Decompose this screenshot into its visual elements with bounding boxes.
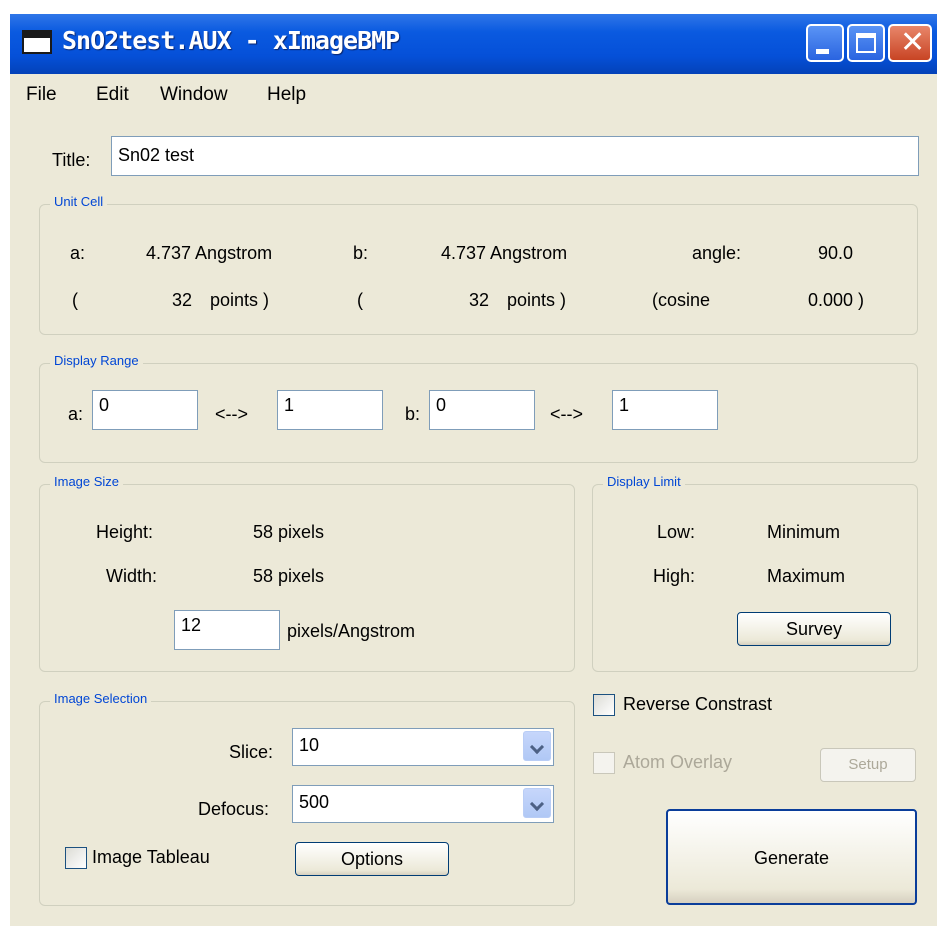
pixels-per-angstrom-input[interactable]: 12	[174, 610, 280, 650]
title-label: Title:	[52, 150, 91, 170]
close-icon: ✕	[900, 25, 926, 60]
slice-label: Slice:	[229, 742, 274, 762]
options-button[interactable]: Options	[295, 842, 449, 876]
range-b-arrow: <-->	[550, 404, 584, 424]
range-a-from-input[interactable]: 0	[92, 390, 198, 430]
defocus-select-value: 500	[299, 792, 330, 812]
minimize-icon	[816, 49, 829, 54]
unit-cell-angle-label: angle:	[692, 243, 742, 263]
height-value: 58 pixels	[253, 522, 325, 542]
unit-cell-angle-value: 90.0	[818, 243, 854, 263]
display-limit-legend: Display Limit	[603, 474, 685, 489]
window-title: SnO2test.AUX - xImageBMP	[62, 26, 400, 55]
range-a-label: a:	[68, 404, 84, 424]
title-bar[interactable]: SnO2test.AUX - xImageBMP ✕	[10, 14, 937, 74]
a-points-close: points )	[210, 290, 270, 310]
high-value: Maximum	[767, 566, 846, 586]
maximize-button[interactable]	[847, 24, 885, 62]
application-window: SnO2test.AUX - xImageBMP ✕ File Edit Win…	[10, 14, 937, 926]
a-points-open: (	[72, 290, 78, 310]
range-a-arrow: <-->	[215, 404, 249, 424]
menu-bar: File Edit Window Help	[10, 74, 937, 114]
survey-button[interactable]: Survey	[737, 612, 891, 646]
chevron-down-icon[interactable]	[523, 788, 551, 818]
maximize-icon	[856, 33, 876, 53]
height-label: Height:	[96, 522, 154, 542]
image-size-legend: Image Size	[50, 474, 124, 489]
unit-cell-a-label: a:	[70, 243, 86, 263]
minimize-button[interactable]	[806, 24, 844, 62]
setup-button[interactable]: Setup	[820, 748, 916, 782]
range-b-to-input[interactable]: 1	[612, 390, 718, 430]
display-range-legend: Display Range	[50, 353, 143, 368]
low-label: Low:	[657, 522, 696, 542]
atom-overlay-label: Atom Overlay	[623, 752, 733, 772]
unit-cell-b-value: 4.737 Angstrom	[441, 243, 568, 263]
a-points-value: 32	[172, 290, 193, 310]
unit-cell-b-label: b:	[353, 243, 369, 263]
unit-cell-group: Unit Cell	[39, 194, 918, 335]
atom-overlay-checkbox[interactable]	[593, 752, 615, 774]
width-label: Width:	[106, 566, 158, 586]
low-value: Minimum	[767, 522, 841, 542]
menu-file[interactable]: File	[26, 84, 57, 106]
chevron-down-icon[interactable]	[523, 731, 551, 761]
image-selection-legend: Image Selection	[50, 691, 152, 706]
width-value: 58 pixels	[253, 566, 325, 586]
range-a-to-input[interactable]: 1	[277, 390, 383, 430]
generate-button[interactable]: Generate	[666, 809, 917, 905]
window-icon	[22, 30, 52, 54]
image-tableau-checkbox[interactable]	[65, 847, 87, 869]
b-points-close: points )	[507, 290, 567, 310]
b-points-open: (	[357, 290, 363, 310]
menu-help[interactable]: Help	[267, 84, 306, 106]
slice-select-value: 10	[299, 735, 320, 755]
reverse-contrast-label[interactable]: Reverse Constrast	[623, 694, 772, 715]
range-b-label: b:	[405, 404, 421, 424]
pixels-per-angstrom-label: pixels/Angstrom	[287, 621, 416, 641]
range-b-from-input[interactable]: 0	[429, 390, 535, 430]
cosine-value: 0.000 )	[808, 290, 865, 310]
menu-window[interactable]: Window	[160, 84, 228, 106]
slice-select[interactable]: 10	[292, 728, 554, 766]
unit-cell-legend: Unit Cell	[50, 194, 108, 209]
defocus-select[interactable]: 500	[292, 785, 554, 823]
defocus-label: Defocus:	[198, 799, 270, 819]
title-input[interactable]: Sn02 test	[111, 136, 919, 176]
menu-edit[interactable]: Edit	[96, 84, 129, 106]
image-tableau-label[interactable]: Image Tableau	[92, 847, 210, 868]
b-points-value: 32	[469, 290, 490, 310]
reverse-contrast-checkbox[interactable]	[593, 694, 615, 716]
cosine-label: (cosine	[652, 290, 711, 310]
close-button[interactable]: ✕	[888, 24, 932, 62]
unit-cell-a-value: 4.737 Angstrom	[146, 243, 273, 263]
high-label: High:	[653, 566, 696, 586]
